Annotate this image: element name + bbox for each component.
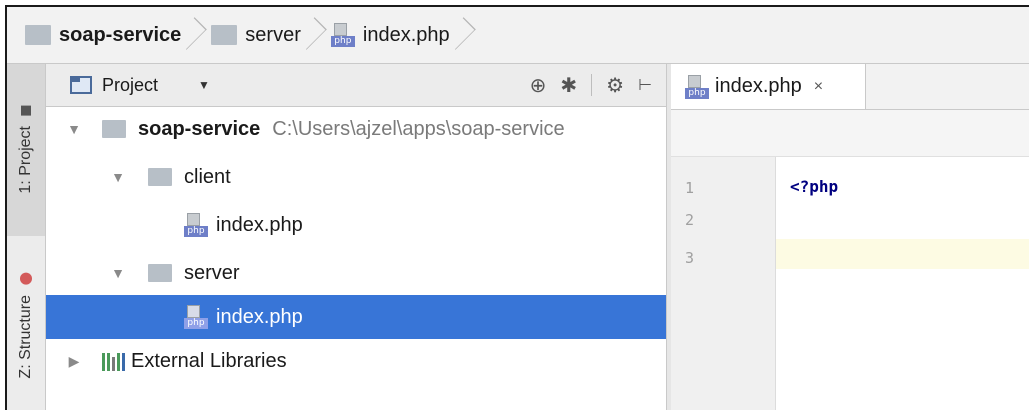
tree-row-external-libraries[interactable]: ▶ External Libraries — [46, 339, 666, 383]
tree-item-label: soap-service — [138, 117, 261, 140]
structure-tool-button[interactable]: Z: Structure — [7, 246, 45, 406]
code-line: <?php — [790, 177, 839, 196]
php-file-icon: php — [685, 74, 709, 99]
project-view-icon — [70, 76, 92, 94]
tree-row-server-index-php[interactable]: php index.php — [46, 295, 666, 339]
structure-tool-label: Z: Structure — [17, 295, 34, 379]
breadcrumb-label: soap-service — [59, 23, 182, 46]
breadcrumb-item-server[interactable]: server — [211, 7, 301, 63]
folder-icon — [148, 264, 172, 282]
chevron-down-icon[interactable]: ▼ — [110, 265, 126, 281]
editor-tab-bar: php index.php × — [671, 64, 1029, 110]
breadcrumb-label: server — [245, 23, 301, 46]
tree-row-client-index-php[interactable]: php index.php — [46, 203, 666, 247]
chevron-right-icon — [189, 17, 201, 53]
breadcrumb-item-soap-service[interactable]: soap-service — [25, 7, 181, 63]
line-number: 2 — [685, 211, 695, 229]
tool-window-strip: 1: Project Z: Structure — [7, 64, 46, 410]
folder-icon — [102, 120, 126, 138]
tree-item-label: index.php — [216, 305, 303, 328]
code-editor[interactable]: <?php — [776, 157, 1029, 410]
chevron-down-icon[interactable]: ▼ — [198, 78, 210, 92]
project-tool-button[interactable]: 1: Project — [7, 64, 45, 236]
close-icon[interactable]: × — [814, 78, 823, 96]
collapse-icon[interactable]: ✱ — [560, 73, 577, 98]
folder-icon — [148, 168, 172, 186]
toolbar-divider — [591, 74, 593, 96]
tree-item-label: index.php — [216, 213, 303, 236]
php-file-icon: php — [184, 213, 208, 237]
editor-tab-label: index.php — [715, 75, 802, 97]
chevron-right-icon — [309, 17, 321, 53]
chevron-down-icon[interactable]: ▼ — [110, 169, 126, 185]
tree-item-label: server — [184, 261, 240, 284]
chevron-right-icon — [458, 17, 470, 53]
project-tree: ▼ soap-service C:\Users\ajzel\apps\soap-… — [46, 107, 666, 410]
target-icon[interactable]: ⊕ — [530, 73, 547, 98]
folder-icon — [21, 106, 31, 117]
php-file-icon: php — [184, 305, 208, 329]
project-tool-label: 1: Project — [17, 126, 34, 194]
gear-icon[interactable]: ⚙ — [606, 73, 624, 98]
editor-gutter: 1 2 3 — [671, 157, 776, 410]
hide-icon[interactable]: ⊢ — [638, 75, 652, 95]
chevron-right-icon[interactable]: ▶ — [66, 353, 82, 370]
chevron-down-icon[interactable]: ▼ — [66, 121, 82, 137]
line-number: 3 — [685, 249, 695, 267]
breadcrumb: soap-service server php index.php — [7, 7, 1029, 64]
php-file-icon: php — [330, 23, 355, 47]
libraries-icon — [102, 351, 125, 371]
tree-item-path: C:\Users\ajzel\apps\soap-service — [272, 117, 565, 140]
folder-icon — [211, 25, 238, 45]
caret-line-highlight — [776, 239, 1029, 269]
ide-window: soap-service server php index.php 1: Pro… — [5, 5, 1029, 410]
tree-row-client[interactable]: ▼ client — [46, 155, 666, 199]
project-panel-header: Project ▼ ⊕ ✱ ⚙ ⊢ — [46, 64, 666, 107]
breadcrumb-item-index-php[interactable]: php index.php — [330, 7, 450, 63]
tree-item-label: External Libraries — [131, 349, 287, 372]
tree-item-label: client — [184, 165, 231, 188]
tree-row-server[interactable]: ▼ server — [46, 251, 666, 295]
project-view-selector[interactable]: Project — [102, 75, 158, 96]
editor-tab-index-php[interactable]: php index.php × — [671, 64, 866, 109]
tree-row-soap-service[interactable]: ▼ soap-service C:\Users\ajzel\apps\soap-… — [46, 107, 666, 151]
structure-icon — [20, 273, 32, 286]
line-number: 1 — [685, 179, 695, 197]
breadcrumb-label: index.php — [362, 23, 450, 46]
editor-breadcrumb-bar — [671, 110, 1029, 157]
folder-icon — [25, 25, 51, 45]
